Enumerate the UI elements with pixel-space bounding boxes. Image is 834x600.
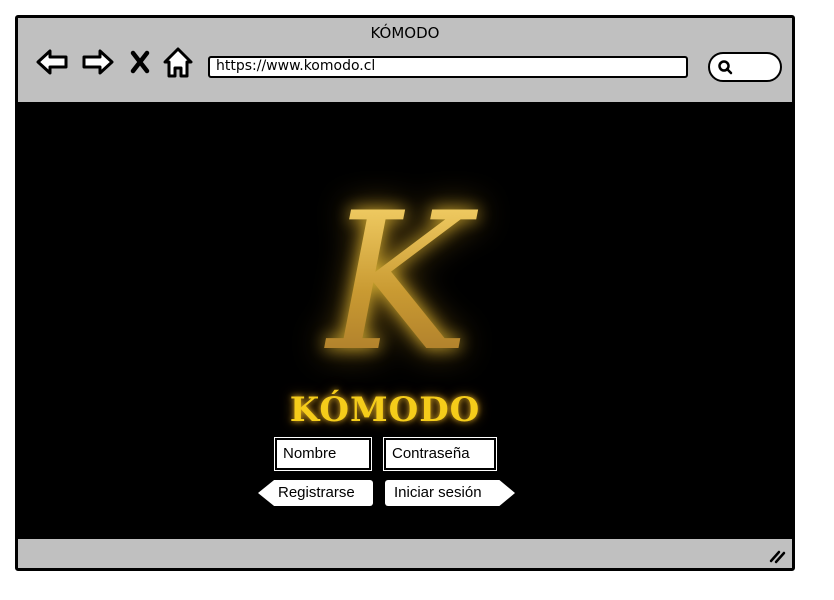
window-title: KÓMODO (370, 24, 440, 42)
page-content: K KÓMODO Nombre Contraseña Registrarse I… (18, 105, 792, 542)
resize-grip-icon[interactable] (766, 544, 786, 564)
komodo-logo-letter: K (298, 188, 498, 378)
url-bar[interactable]: https://www.komodo.cl (208, 56, 688, 78)
forward-arrow-icon[interactable] (80, 42, 116, 82)
back-arrow-icon[interactable] (34, 42, 70, 82)
close-icon[interactable] (128, 42, 152, 82)
search-box[interactable] (708, 52, 782, 82)
home-icon[interactable] (160, 42, 196, 82)
browser-window: KÓMODO https://www.komodo.cl K KÓMODO No… (15, 15, 795, 571)
search-icon (718, 60, 733, 75)
brand-name: KÓMODO (289, 390, 481, 430)
register-button[interactable]: Registrarse (258, 480, 373, 506)
browser-toolbar: KÓMODO https://www.komodo.cl (18, 18, 792, 105)
username-field[interactable]: Nombre (274, 437, 372, 471)
login-button[interactable]: Iniciar sesión (385, 480, 515, 506)
status-bar (18, 536, 792, 568)
password-field[interactable]: Contraseña (383, 437, 497, 471)
